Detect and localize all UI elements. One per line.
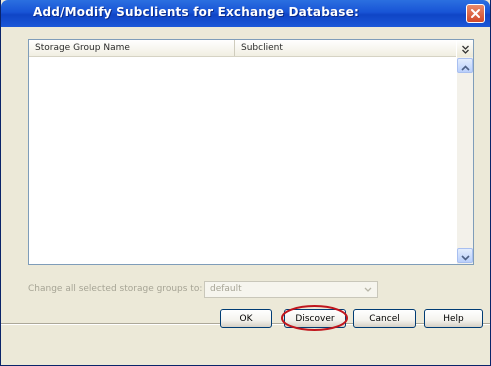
vertical-scrollbar[interactable] — [457, 40, 473, 264]
dialog-title: Add/Modify Subclients for Exchange Datab… — [33, 5, 359, 19]
column-chooser-button[interactable] — [457, 40, 473, 57]
help-button[interactable]: Help — [424, 309, 483, 328]
ok-button[interactable]: OK — [220, 309, 272, 328]
discover-button[interactable]: Discover — [284, 309, 346, 328]
scroll-down-button[interactable] — [457, 248, 473, 263]
table-header: Storage Group Name Subclient — [29, 40, 456, 57]
close-button[interactable] — [466, 4, 485, 23]
change-all-row: Change all selected storage groups to: d… — [28, 281, 468, 299]
select-value: default — [210, 284, 242, 294]
column-header-subclient[interactable]: Subclient — [235, 40, 456, 56]
title-bar[interactable]: Add/Modify Subclients for Exchange Datab… — [1, 0, 490, 27]
subclient-table[interactable]: Storage Group Name Subclient — [28, 39, 474, 265]
storage-group-select[interactable]: default — [204, 281, 378, 298]
scroll-down-arrow-icon — [460, 246, 470, 265]
scroll-up-arrow-icon — [460, 56, 470, 75]
dialog-window: Add/Modify Subclients for Exchange Datab… — [0, 0, 491, 366]
change-all-label: Change all selected storage groups to: — [28, 284, 203, 294]
scroll-up-button[interactable] — [457, 58, 473, 73]
column-header-storage-group[interactable]: Storage Group Name — [29, 40, 235, 56]
close-icon — [470, 8, 481, 19]
chevron-down-icon[interactable] — [361, 283, 375, 296]
cancel-button[interactable]: Cancel — [353, 309, 416, 328]
